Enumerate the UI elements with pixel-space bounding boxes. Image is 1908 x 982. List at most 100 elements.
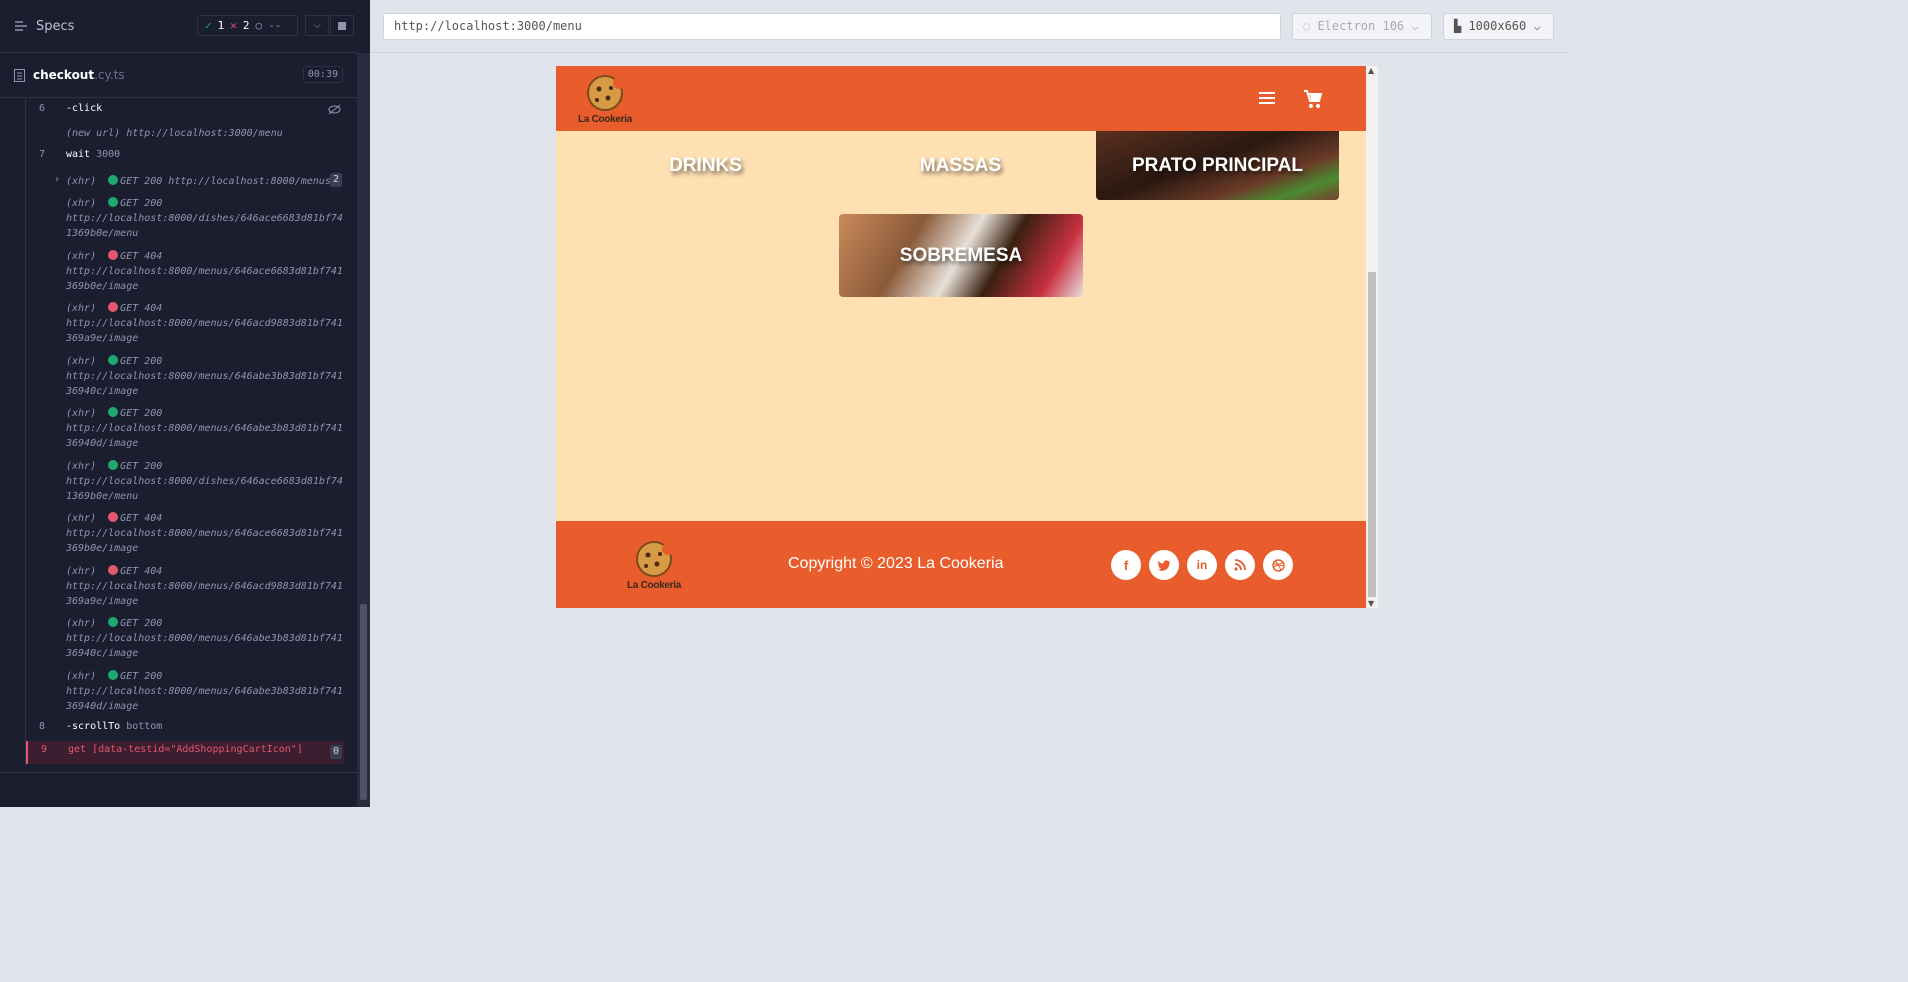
failed-count: 2 (242, 19, 250, 32)
command-number: 9 (41, 744, 48, 755)
footer-logo[interactable]: La Cookeria (624, 539, 684, 591)
category-label: MASSAS (919, 154, 1002, 176)
xhr-url: http://localhost:8000/menus/646abe3b83d8… (66, 685, 343, 697)
category-drinks[interactable]: DRINKS (584, 131, 827, 200)
x-icon: ✕ (230, 19, 237, 32)
specs-header: Specs (0, 0, 357, 53)
xhr-entry: (xhr) GET 200 http://localhost:8000/menus/… (66, 406, 343, 451)
ruler-icon: ▙ (1454, 19, 1469, 33)
xhr-url: http://localhost:8000/menus/646ace6683d8… (66, 528, 343, 539)
xhr-label: (xhr) (66, 460, 97, 472)
facebook-icon[interactable]: f (1111, 550, 1141, 580)
scroll-up-icon[interactable]: ▲ (1368, 66, 1374, 75)
category-sobremesa[interactable]: SOBREMESA (839, 214, 1083, 297)
xhr-label: (xhr) (66, 408, 97, 419)
command-arg: 3000 (96, 149, 121, 160)
dribbble-icon[interactable] (1263, 550, 1293, 580)
scrollbar-thumb[interactable] (1368, 272, 1376, 597)
xhr-label: (xhr) (66, 670, 97, 682)
shopping-cart-icon[interactable] (1303, 89, 1323, 109)
xhr-status: GET 200 (120, 355, 163, 367)
collapse-button[interactable]: ⌵ (305, 15, 329, 36)
site-logo[interactable]: La Cookeria (575, 73, 635, 125)
check-icon: ✓ (205, 19, 212, 32)
status-dot (108, 249, 119, 260)
spec-row[interactable]: checkout .cy.ts 00:39 (0, 53, 357, 98)
status-dot (108, 407, 119, 417)
xhr-url-cont: 36940c/image (66, 648, 139, 659)
command-number: 8 (39, 721, 46, 732)
linkedin-icon[interactable]: in (1187, 550, 1217, 580)
xhr-url: http://localhost:8000/menus/646abe3b83d8… (66, 423, 343, 434)
xhr-status: GET 404 (120, 303, 163, 314)
app-scrollbar[interactable]: ▲ ▼ (1366, 66, 1378, 608)
xhr-entry: (xhr) GET 404 http://localhost:8000/menus/… (66, 511, 343, 556)
rss-icon[interactable] (1225, 550, 1255, 580)
chevron-down-icon: ⌵ (1526, 19, 1541, 33)
xhr-status: GET 200 (120, 408, 163, 419)
site-header: La Cookeria (556, 66, 1366, 131)
scroll-down-icon[interactable]: ▼ (1368, 599, 1374, 608)
xhr-status: GET 200 (120, 670, 163, 682)
cypress-reporter: Specs ✓ 1 ✕ 2 ○ -- ⌵ checkout .cy.ts 00:39 6… (0, 0, 370, 807)
scrollbar-thumb[interactable] (360, 604, 367, 800)
xhr-url-cont: 369a9e/image (66, 333, 139, 344)
status-dot (108, 302, 119, 312)
status-dot (108, 354, 119, 365)
failed-command-row[interactable]: 9 get [data-testid="AddShoppingCartIcon"]… (26, 741, 344, 764)
viewport-selector[interactable]: ▙ 1000x660 ⌵ (1443, 13, 1554, 40)
viewport-size: 1000x660 (1468, 19, 1527, 33)
reporter-scrollbar[interactable] (357, 53, 370, 807)
status-dot (108, 459, 119, 470)
spec-name: checkout (33, 68, 95, 82)
command-name: wait 3000 (66, 149, 121, 160)
xhr-url-cont: 36940c/image (66, 385, 139, 397)
site-footer: La Cookeria Copyright © 2023 La Cookeria… (556, 521, 1366, 608)
stop-button[interactable] (330, 15, 354, 36)
xhr-url-cont: 36940d/image (66, 700, 139, 712)
pending-count: -- (268, 19, 282, 32)
xhr-url: http://localhost:8000/dishes/646ace6683d… (66, 475, 343, 487)
pending-icon: ○ (255, 19, 263, 32)
xhr-label: (xhr) (66, 355, 97, 367)
status-dot (108, 175, 119, 185)
xhr-entry: (xhr) GET 404 http://localhost:8000/menus/… (66, 249, 343, 294)
command-arg: [data-testid="AddShoppingCartIcon"] (92, 744, 303, 755)
xhr-status: GET 404 (120, 250, 163, 262)
test-stats: ✓ 1 ✕ 2 ○ -- (197, 15, 298, 36)
xhr-url: http://localhost:8000/menus/646ace6683d8… (66, 265, 343, 277)
passed-count: 1 (217, 19, 225, 32)
url-bar[interactable]: http://localhost:3000/menu (383, 13, 1281, 40)
xhr-status: GET 404 (120, 565, 163, 577)
chevron-right-icon[interactable]: › (54, 174, 60, 185)
reporter-footer (0, 772, 357, 807)
browser-selector[interactable]: ◌ Electron 106 ⌵ (1292, 13, 1432, 40)
category-massas[interactable]: MASSAS (839, 131, 1082, 200)
category-prato-principal[interactable]: PRATO PRINCIPAL (1096, 131, 1339, 200)
status-dot (108, 564, 119, 575)
command-name: -scrollTo bottom (66, 721, 163, 732)
xhr-status: GET 200 (120, 198, 163, 209)
new-url-log: (new url) http://localhost:3000/menu (66, 128, 283, 139)
xhr-url-cont: 369a9e/image (66, 595, 139, 607)
browser-icon: ◌ (1303, 19, 1318, 33)
divider (370, 52, 1568, 53)
command-name: -click (66, 103, 103, 114)
specs-list-icon[interactable] (14, 20, 28, 32)
category-label: DRINKS (669, 154, 742, 176)
command-number: 7 (39, 149, 46, 160)
xhr-status: GET 200 (120, 460, 163, 472)
xhr-entry: (xhr) GET 404 http://localhost:8000/menus/… (66, 564, 343, 609)
spec-extension: .cy.ts (94, 68, 125, 82)
xhr-entry: (xhr) GET 200 http://localhost:8000/menus/… (66, 669, 343, 714)
xhr-url-cont: 369b0e/image (66, 543, 139, 554)
menu-icon[interactable] (1258, 91, 1276, 105)
twitter-icon[interactable] (1149, 550, 1179, 580)
specs-title[interactable]: Specs (36, 19, 74, 34)
category-label: SOBREMESA (899, 244, 1023, 266)
xhr-url: http://localhost:8000/dishes/646ace6683d… (66, 213, 343, 224)
xhr-entry: (xhr) GET 200 http://localhost:8000/dishes… (66, 459, 343, 504)
chevron-down-icon: ⌵ (313, 20, 321, 31)
xhr-url: http://localhost:8000/menus/646acd9883d8… (66, 580, 343, 592)
eye-hidden-icon[interactable] (328, 104, 341, 115)
